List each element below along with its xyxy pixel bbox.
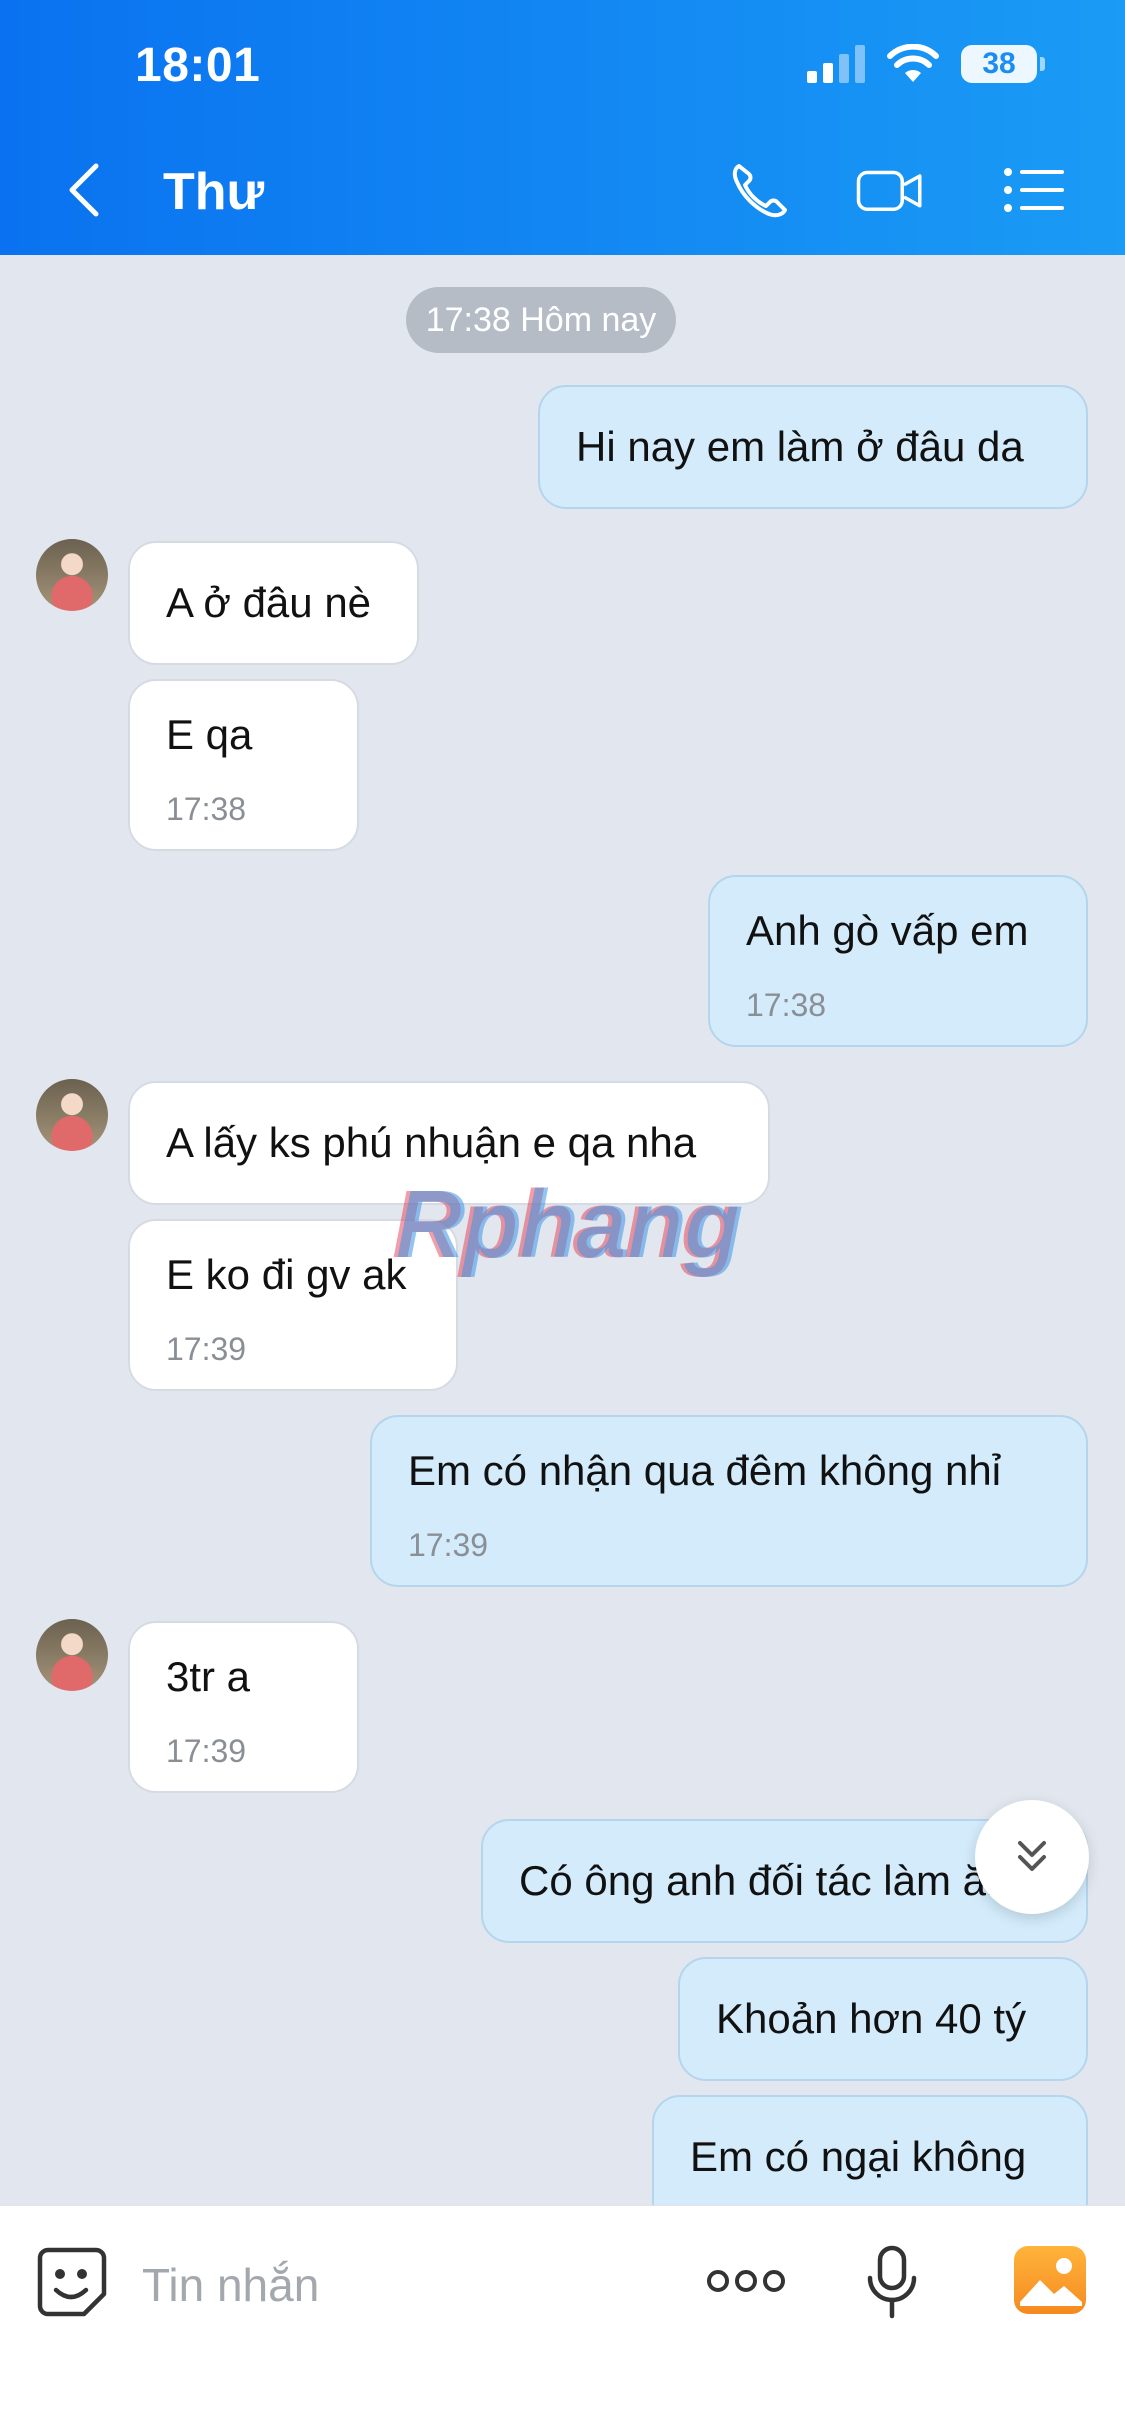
message-text: A ở đâu nè [166, 579, 372, 626]
message-text: E ko đi gv ak [166, 1251, 407, 1298]
scroll-to-bottom-button[interactable] [975, 1800, 1089, 1914]
message-time: 17:39 [166, 1331, 247, 1367]
message-input[interactable]: Tin nhắn [142, 2258, 319, 2312]
cellular-signal-icon [807, 45, 865, 83]
watermark-logo: Rphang [396, 1171, 743, 1278]
sticker-icon[interactable] [36, 2246, 108, 2318]
status-time: 18:01 [135, 39, 261, 92]
message-bubble-incoming[interactable]: E qa 17:38 [128, 679, 359, 851]
chat-header: 18:01 38 Thư [0, 0, 1125, 255]
message-text: Em có ngại không [690, 2133, 1027, 2180]
phone-icon[interactable] [725, 160, 795, 220]
message-bubble-outgoing[interactable]: Em có ngại không [652, 2095, 1088, 2205]
message-time: 17:38 [166, 791, 247, 827]
message-bubble-outgoing[interactable]: Anh gò vấp em 17:38 [708, 875, 1088, 1047]
message-time: 17:39 [166, 1733, 247, 1769]
message-text: Anh gò vấp em [746, 907, 1029, 954]
message-text: Hi nay em làm ở đâu da [576, 423, 1024, 470]
message-bubble-outgoing[interactable]: Khoản hơn 40 tý [678, 1957, 1088, 2081]
microphone-icon[interactable] [865, 2244, 919, 2320]
contact-name[interactable]: Thư [163, 162, 264, 222]
list-menu-icon[interactable] [1000, 160, 1070, 220]
message-bubble-outgoing[interactable]: Hi nay em làm ở đâu da [538, 385, 1088, 509]
message-input-bar: Tin nhắn [0, 2205, 1125, 2436]
avatar[interactable] [36, 1619, 108, 1691]
message-bubble-incoming[interactable]: 3tr a 17:39 [128, 1621, 359, 1793]
message-bubble-incoming[interactable]: A ở đâu nè [128, 541, 419, 665]
message-text: Khoản hơn 40 tý [716, 1995, 1027, 2042]
message-text: 3tr a [166, 1653, 251, 1700]
message-time: 17:38 [746, 987, 827, 1023]
status-icons: 38 [807, 44, 1045, 84]
message-text: Có ông anh đối tác làm ăn [519, 1857, 1010, 1904]
message-text: A lấy ks phú nhuận e qa nha [166, 1119, 697, 1166]
battery-indicator: 38 [961, 45, 1045, 83]
date-separator: 17:38 Hôm nay [406, 287, 676, 353]
scroll-down-icon [1018, 1841, 1046, 1871]
message-time: 17:39 [408, 1527, 489, 1563]
back-icon[interactable] [60, 160, 110, 220]
message-text: E qa [166, 711, 253, 758]
avatar[interactable] [36, 539, 108, 611]
message-list[interactable]: 17:38 Hôm nay Hi nay em làm ở đâu da A ở… [0, 255, 1125, 2205]
video-call-icon[interactable] [855, 160, 925, 220]
more-icon[interactable] [706, 2266, 786, 2296]
avatar[interactable] [36, 1079, 108, 1151]
message-text: Em có nhận qua đêm không nhỉ [408, 1447, 1002, 1494]
message-bubble-outgoing[interactable]: Em có nhận qua đêm không nhỉ 17:39 [370, 1415, 1088, 1587]
image-icon[interactable] [1012, 2244, 1088, 2316]
wifi-icon [887, 44, 939, 82]
